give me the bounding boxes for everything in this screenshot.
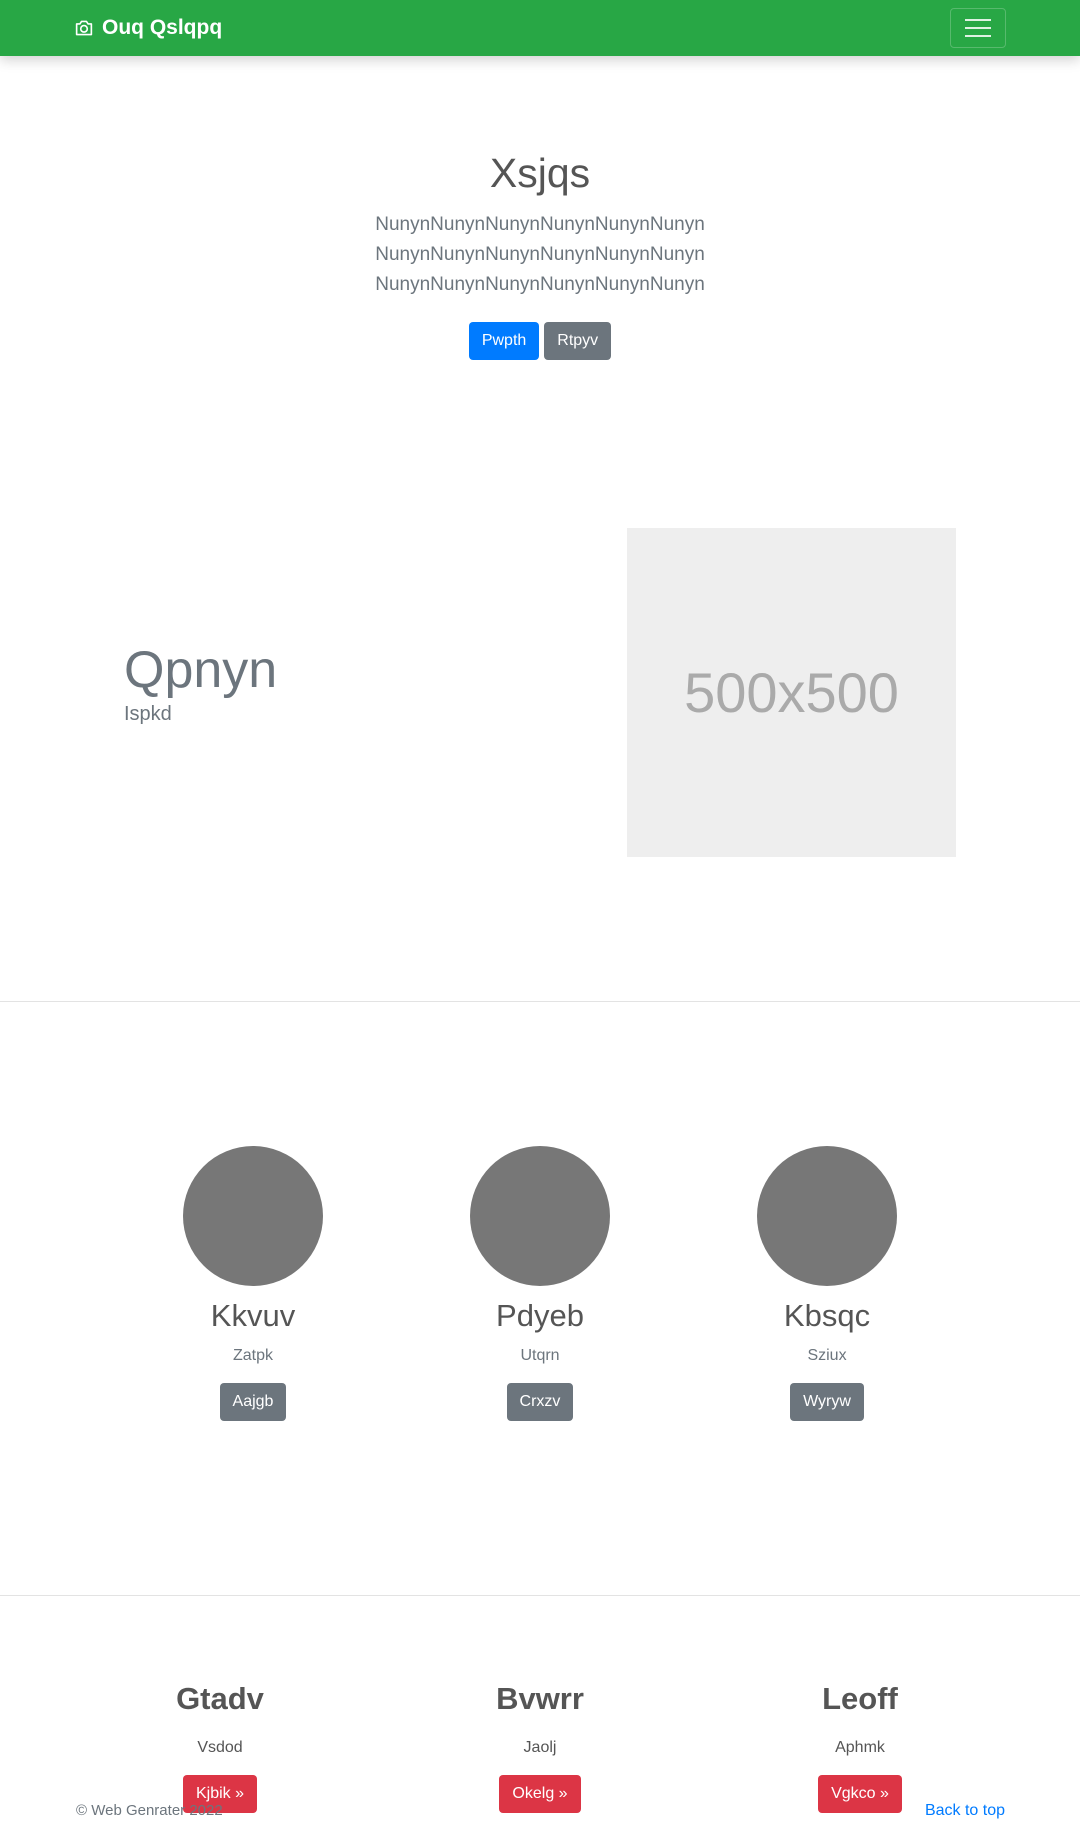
hero-lead-text: NunynNunynNunynNunynNunynNunynNunynNunyn… bbox=[375, 214, 705, 295]
feature-heading: Qpnyn bbox=[124, 641, 278, 699]
person-button[interactable]: Crxzv bbox=[506, 1383, 574, 1421]
person-name: Kbsqc bbox=[783, 1298, 871, 1333]
column-title: Leoff bbox=[822, 1681, 898, 1716]
info-column: Bvwrr Jaolj Okelg » bbox=[400, 1672, 680, 1813]
column-button[interactable]: Okelg » bbox=[499, 1775, 581, 1813]
section-divider bbox=[0, 1595, 1080, 1596]
hamburger-menu-icon bbox=[965, 19, 991, 21]
back-to-top-link[interactable]: Back to top bbox=[925, 1802, 1005, 1820]
person-role: Zatpk bbox=[232, 1347, 273, 1364]
person-role: Utqrn bbox=[520, 1347, 560, 1364]
hero-secondary-button[interactable]: Rtpyv bbox=[544, 322, 612, 360]
avatar bbox=[183, 1146, 323, 1286]
section-divider bbox=[0, 1001, 1080, 1002]
hero-title: Xsjqs bbox=[489, 150, 591, 196]
person-role: Sziux bbox=[807, 1347, 847, 1364]
footer-copyright: © Web Genrater 2022 bbox=[76, 1802, 223, 1819]
person-card: Kkvuv Zatpk Aajgb bbox=[123, 1146, 383, 1421]
navbar-toggler-button[interactable] bbox=[950, 8, 1006, 48]
person-name: Pdyeb bbox=[496, 1298, 584, 1333]
placeholder-label: 500x500 bbox=[684, 661, 899, 724]
column-text: Jaolj bbox=[523, 1739, 557, 1756]
person-button[interactable]: Wyryw bbox=[790, 1383, 864, 1421]
camera-icon bbox=[74, 19, 94, 37]
avatar bbox=[470, 1146, 610, 1286]
avatar bbox=[757, 1146, 897, 1286]
hero-buttons: Pwpth Rtpyv bbox=[0, 322, 1080, 360]
column-title: Gtadv bbox=[176, 1681, 264, 1716]
column-text: Vsdod bbox=[197, 1739, 243, 1756]
person-button[interactable]: Aajgb bbox=[219, 1383, 287, 1421]
brand-text: Ouq Qslqpq bbox=[102, 16, 223, 39]
person-name: Kkvuv bbox=[210, 1298, 296, 1333]
feature-image-placeholder: 500x500 bbox=[627, 528, 956, 857]
brand-link[interactable]: Ouq Qslqpq bbox=[74, 14, 222, 42]
info-column: Gtadv Vsdod Kjbik » bbox=[80, 1672, 360, 1813]
top-navbar: Ouq Qslqpq bbox=[0, 0, 1080, 56]
person-card: Pdyeb Utqrn Crxzv bbox=[410, 1146, 670, 1421]
feature-subheading: Ispkd bbox=[124, 703, 172, 725]
person-card: Kbsqc Sziux Wyryw bbox=[697, 1146, 957, 1421]
info-column: Leoff Aphmk Vgkco » bbox=[720, 1672, 1000, 1813]
column-title: Bvwrr bbox=[496, 1681, 584, 1716]
column-text: Aphmk bbox=[835, 1739, 885, 1756]
column-button[interactable]: Vgkco » bbox=[818, 1775, 902, 1813]
hero-primary-button[interactable]: Pwpth bbox=[468, 322, 540, 360]
